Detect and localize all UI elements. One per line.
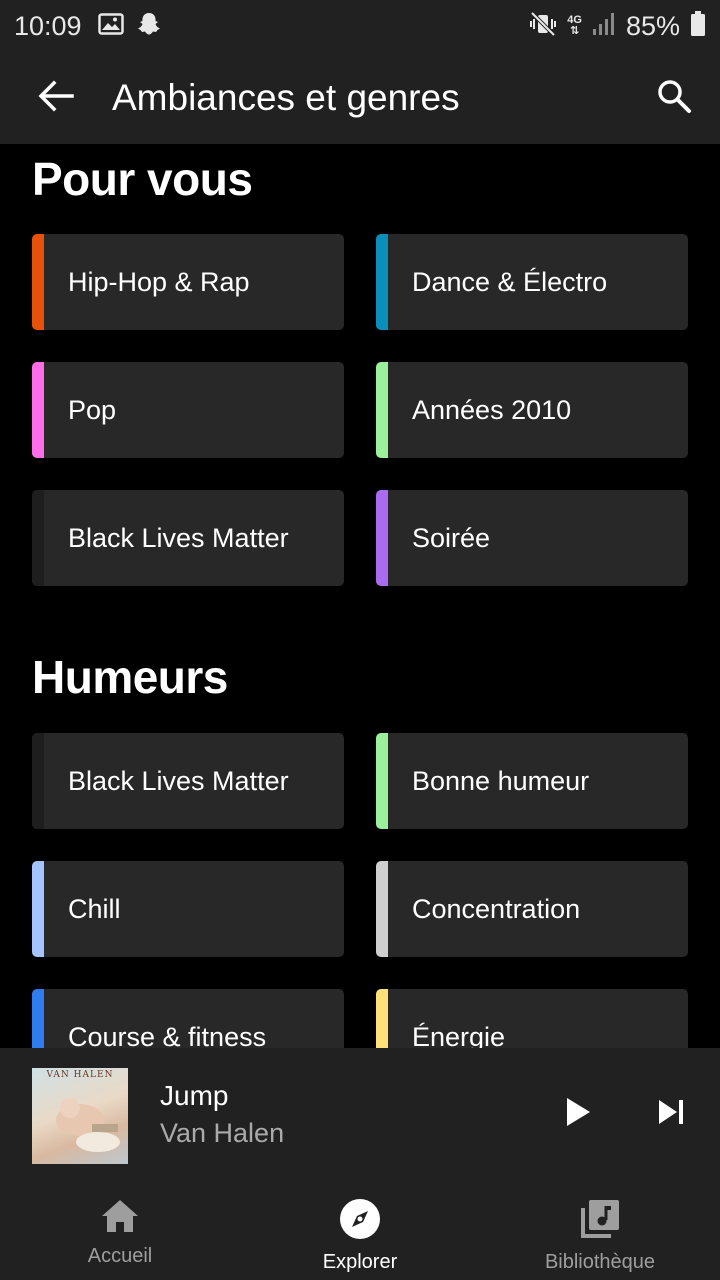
section-title-humeurs: Humeurs [32,651,228,703]
album-art[interactable]: VAN HALEN [32,1068,128,1164]
tile-label: Pop [68,394,117,425]
tile-color-bar [32,490,44,586]
library-icon [579,1198,621,1245]
tile-label: Énergie [412,1021,506,1049]
play-button[interactable] [556,1090,600,1138]
mood-tile[interactable]: Concentration [376,861,688,957]
bottom-navigation: Accueil Explorer Bibliothèque [0,1180,720,1280]
track-artist: Van Halen [160,1118,285,1148]
section-title-pour-vous: Pour vous [32,153,253,205]
tile-color-bar [32,861,44,957]
mood-tile[interactable]: Chill [32,861,344,957]
nav-label: Explorer [322,1251,398,1273]
skip-next-icon [658,1099,686,1130]
back-button[interactable] [0,52,112,144]
signal-icon [592,12,616,41]
next-button[interactable] [650,1090,694,1138]
tile-label: Bonne humeur [412,765,590,796]
status-right-icons: 4G ⇅ 85% [529,10,706,42]
tile-color-bar [376,861,388,957]
page-title: Ambiances et genres [112,77,460,118]
tile-label: Concentration [412,893,581,924]
nav-item-accueil[interactable]: Accueil [0,1180,240,1280]
tile-color-bar [32,234,44,330]
tile-color-bar [376,989,388,1048]
status-left-icons [97,11,162,42]
search-button[interactable] [628,52,720,144]
mini-player[interactable]: VAN HALEN Jump Van Halen [0,1048,720,1180]
tile-label: Hip-Hop & Rap [68,266,250,297]
genre-tile[interactable]: Pop [32,362,344,458]
tile-label: Années 2010 [412,394,572,425]
tile-color-bar [376,234,388,330]
tile-label: Black Lives Matter [68,765,289,796]
battery-icon [690,10,706,42]
gallery-icon [97,12,124,40]
snapchat-icon [136,11,162,42]
arrow-left-icon [38,80,74,117]
genre-tile[interactable]: Années 2010 [376,362,688,458]
tile-label: Course & fitness [68,1021,267,1049]
nav-item-explorer[interactable]: Explorer [240,1180,480,1280]
tile-label: Black Lives Matter [68,522,289,553]
mood-tile[interactable]: Bonne humeur [376,733,688,829]
mood-tile[interactable]: Énergie [376,989,688,1048]
tile-label: Chill [68,893,121,924]
tile-label: Dance & Électro [412,266,608,297]
nav-label: Bibliothèque [544,1251,656,1273]
tile-color-bar [32,989,44,1048]
app-bar: Ambiances et genres [0,52,720,144]
mood-tile[interactable]: Black Lives Matter [32,733,344,829]
search-icon [656,78,692,119]
play-icon [565,1097,591,1132]
compass-icon [339,1198,381,1245]
tile-color-bar [32,362,44,458]
track-title: Jump [160,1080,229,1111]
tile-label: Soirée [412,522,491,553]
data-arrows-icon: 4G ⇅ [567,14,582,37]
genre-tile[interactable]: Black Lives Matter [32,490,344,586]
genre-tile[interactable]: Hip-Hop & Rap [32,234,344,330]
mood-tile[interactable]: Course & fitness [32,989,344,1048]
nav-item-bibliotheque[interactable]: Bibliothèque [480,1180,720,1280]
home-icon [100,1198,140,1239]
status-time: 10:09 [14,10,82,41]
network-type: 4G [567,14,582,26]
genre-tile[interactable]: Soirée [376,490,688,586]
genre-tile[interactable]: Dance & Électro [376,234,688,330]
battery-percent: 85% [625,10,680,41]
tile-color-bar [376,733,388,829]
track-info[interactable]: Jump Van Halen [160,1080,284,1149]
tile-color-bar [376,490,388,586]
tile-color-bar [376,362,388,458]
status-bar: 10:09 4G ⇅ 85% [0,0,720,52]
explore-content[interactable]: Pour vous Hip-Hop & Rap Dance & Électro … [0,144,720,1048]
nav-label: Accueil [87,1245,153,1267]
tile-color-bar [32,733,44,829]
mute-vibrate-icon [529,11,557,42]
